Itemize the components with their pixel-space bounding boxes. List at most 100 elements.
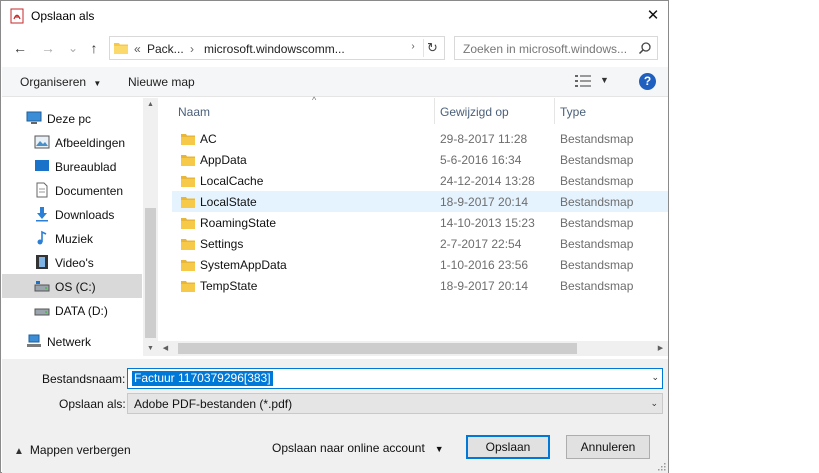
column-header-label: Naam	[178, 105, 211, 119]
file-modified: 14-10-2013 15:23	[440, 216, 535, 230]
file-modified: 5-6-2016 16:34	[440, 153, 522, 167]
organize-button[interactable]: Organiseren ▼	[20, 75, 101, 89]
file-type: Bestandsmap	[560, 195, 634, 209]
column-header-label: Type	[560, 105, 587, 119]
table-row[interactable]: TempState 18-9-2017 20:14 Bestandsmap	[172, 275, 668, 296]
chevron-down-icon[interactable]: ⌄	[650, 398, 658, 409]
scroll-down-icon[interactable]: ▼	[143, 342, 158, 356]
sidebar-item-label: Deze pc	[47, 112, 92, 126]
chevron-down-icon: ⌄	[67, 41, 79, 55]
scroll-right-icon[interactable]: ▶	[653, 341, 668, 356]
file-modified: 24-12-2014 13:28	[440, 174, 535, 188]
file-type: Bestandsmap	[560, 132, 634, 146]
sidebar-item-pictures[interactable]: Afbeeldingen	[2, 130, 142, 154]
resize-grip-icon[interactable]	[656, 461, 666, 471]
chevron-down-icon[interactable]: ⌄	[651, 372, 659, 383]
file-name: AppData	[200, 153, 247, 167]
table-row[interactable]: LocalState 18-9-2017 20:14 Bestandsmap	[172, 191, 668, 212]
sidebar-item-os-c[interactable]: OS (C:)	[2, 274, 142, 298]
sidebar-item-music[interactable]: Muziek	[2, 226, 142, 250]
file-name: Settings	[200, 237, 244, 251]
address-segment-2[interactable]: microsoft.windowscomm...	[204, 42, 345, 56]
folder-icon	[181, 218, 195, 229]
scroll-left-icon[interactable]: ◀	[158, 341, 173, 356]
sidebar-item-network[interactable]: Netwerk	[2, 329, 142, 353]
folder-icon	[114, 43, 128, 54]
table-row[interactable]: SystemAppData 1-10-2016 23:56 Bestandsmap	[172, 254, 668, 275]
online-account-label: Opslaan naar online account	[272, 441, 425, 455]
up-button[interactable]: ↑	[85, 39, 103, 57]
close-button[interactable]: ✕	[642, 5, 664, 27]
save-to-online-account-button[interactable]: Opslaan naar online account ▼	[272, 441, 444, 455]
scrollbar-thumb[interactable]	[145, 208, 156, 338]
table-row[interactable]: LocalCache 24-12-2014 13:28 Bestandsmap	[172, 170, 668, 191]
file-type: Bestandsmap	[560, 174, 634, 188]
videos-icon	[36, 255, 48, 269]
address-overflow[interactable]: «	[134, 42, 141, 56]
close-icon: ✕	[646, 7, 660, 24]
sidebar-item-this-pc[interactable]: Deze pc	[2, 106, 142, 130]
file-name: LocalState	[200, 195, 257, 209]
filetype-label: Opslaan als:	[59, 397, 126, 411]
help-icon[interactable]: ?	[639, 73, 656, 90]
filename-value[interactable]: Factuur 1170379296[383]	[132, 371, 273, 386]
recent-locations-button[interactable]: ⌄	[64, 39, 82, 57]
search-input[interactable]: Zoeken in microsoft.windows...	[454, 36, 658, 60]
forward-button[interactable]: →	[39, 39, 57, 57]
filename-input[interactable]: Factuur 1170379296[383] ⌄	[127, 368, 663, 389]
pc-icon	[26, 111, 42, 124]
drive-icon	[34, 281, 50, 292]
save-button[interactable]: Opslaan	[466, 435, 550, 459]
caret-down-icon: ▼	[93, 79, 102, 88]
title-bar[interactable]: Opslaan als ✕	[1, 1, 668, 31]
column-header-modified[interactable]: Gewijzigd op	[434, 98, 554, 124]
sort-ascending-icon: ^	[312, 95, 317, 105]
filetype-select[interactable]: Adobe PDF-bestanden (*.pdf) ⌄	[127, 393, 663, 414]
address-segment-1[interactable]: Pack...	[147, 42, 184, 56]
sidebar-item-documents[interactable]: Documenten	[2, 178, 142, 202]
table-row[interactable]: AppData 5-6-2016 16:34 Bestandsmap	[172, 149, 668, 170]
folder-icon	[181, 197, 195, 208]
file-modified: 2-7-2017 22:54	[440, 237, 522, 251]
address-dropdown-icon[interactable]: ›	[406, 41, 420, 52]
sidebar-item-data-d[interactable]: DATA (D:)	[2, 298, 142, 322]
sidebar-item-label: Netwerk	[47, 335, 92, 349]
hide-folders-toggle[interactable]: ▲ Mappen verbergen	[14, 443, 131, 457]
table-row[interactable]: AC 29-8-2017 11:28 Bestandsmap	[172, 128, 668, 149]
back-button[interactable]: ←	[11, 39, 29, 57]
sidebar-item-desktop[interactable]: Bureaublad	[2, 154, 142, 178]
file-modified: 18-9-2017 20:14	[440, 279, 529, 293]
search-icon	[638, 42, 651, 55]
view-options-icon[interactable]	[575, 74, 591, 88]
table-row[interactable]: RoamingState 14-10-2013 15:23 Bestandsmap	[172, 212, 668, 233]
address-separator[interactable]: ›	[190, 42, 194, 56]
scrollbar-thumb[interactable]	[178, 343, 577, 354]
pictures-icon	[34, 135, 50, 149]
sidebar-item-label: Afbeeldingen	[55, 136, 126, 150]
file-modified: 1-10-2016 23:56	[440, 258, 529, 272]
column-header-type[interactable]: Type	[554, 98, 668, 124]
file-list: Naam ^ Gewijzigd op Type AC 29-8-2017 11:…	[158, 95, 668, 356]
drive-icon	[34, 308, 50, 316]
downloads-icon	[36, 207, 48, 222]
scroll-up-icon[interactable]: ▲	[143, 98, 158, 112]
filename-label: Bestandsnaam:	[42, 372, 126, 386]
new-folder-button[interactable]: Nieuwe map	[128, 75, 195, 89]
sidebar-item-downloads[interactable]: Downloads	[2, 202, 142, 226]
sidebar-item-label: DATA (D:)	[55, 304, 108, 318]
sidebar-item-label: OS (C:)	[55, 280, 96, 294]
refresh-button[interactable]: ↻	[423, 39, 441, 57]
column-header-name[interactable]: Naam ^	[172, 95, 434, 124]
view-dropdown-icon[interactable]: ▼	[600, 75, 609, 85]
column-header-label: Gewijzigd op	[440, 105, 509, 119]
table-row[interactable]: Settings 2-7-2017 22:54 Bestandsmap	[172, 233, 668, 254]
arrow-left-icon: ←	[13, 40, 27, 56]
file-name: SystemAppData	[200, 258, 287, 272]
file-list-horizontal-scrollbar[interactable]: ◀ ▶	[158, 341, 668, 356]
cancel-button[interactable]: Annuleren	[566, 435, 650, 459]
file-type: Bestandsmap	[560, 153, 634, 167]
navigation-scrollbar[interactable]: ▲ ▼	[143, 98, 158, 356]
sidebar-item-videos[interactable]: Video's	[2, 250, 142, 274]
sidebar-item-label: Video's	[55, 256, 94, 270]
address-bar[interactable]: « Pack... › microsoft.windowscomm... › ↻	[109, 36, 445, 60]
